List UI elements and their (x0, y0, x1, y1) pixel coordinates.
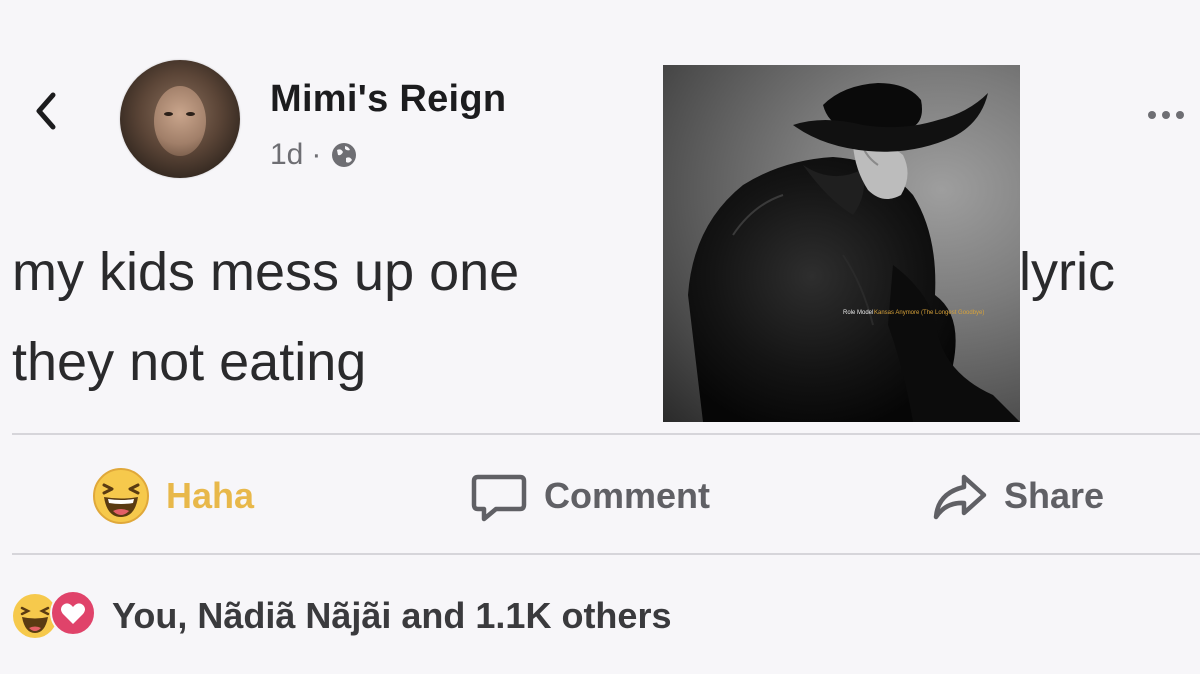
comment-icon (471, 474, 527, 522)
love-icon-wrap (50, 590, 96, 641)
haha-button[interactable]: Haha (92, 466, 254, 526)
comment-button[interactable]: Comment (470, 466, 710, 526)
divider-bottom (12, 553, 1200, 555)
dot (1176, 111, 1184, 119)
album-artist: Role Model (843, 310, 874, 316)
album-cover-image: Role Model Kansas Anymore (The Longest G… (663, 65, 1020, 422)
reactions-text: You, Nãdiã Nãjãi and 1.1K others (112, 594, 672, 636)
share-icon (933, 474, 987, 520)
post-text-line-1b: lyric (1019, 242, 1115, 302)
post-time[interactable]: 1d (270, 138, 303, 172)
comment-label: Comment (544, 475, 711, 516)
album-title: Kansas Anymore (The Longest Goodbye) (874, 310, 985, 316)
meta-separator: · (311, 138, 322, 171)
globe-icon (332, 143, 357, 167)
reactions-summary[interactable]: You, Nãdiã Nãjãi and 1.1K others (12, 590, 671, 641)
haha-emoji-icon (93, 468, 149, 524)
chevron-left-icon (36, 92, 56, 130)
avatar[interactable] (120, 60, 240, 178)
author-name[interactable]: Mimi's Reign (270, 78, 506, 121)
dot (1162, 111, 1170, 119)
post-text-line-2: they not eating (12, 332, 367, 392)
post-text-line-1a: my kids mess up one (12, 242, 520, 302)
more-options-button[interactable] (1136, 98, 1196, 132)
facebook-post: Mimi's Reign 1d · my kids mess up one ly… (0, 0, 1200, 674)
share-button[interactable]: Share (930, 466, 1104, 526)
love-icon (50, 590, 96, 636)
share-label: Share (1004, 475, 1105, 516)
haha-label: Haha (166, 475, 255, 516)
avatar-face (154, 86, 206, 156)
dot (1148, 111, 1156, 119)
album-cover-art (688, 83, 1020, 422)
back-button[interactable] (26, 86, 66, 136)
divider-top (12, 433, 1200, 435)
post-meta: 1d · (270, 138, 359, 172)
reaction-icons (12, 590, 96, 641)
